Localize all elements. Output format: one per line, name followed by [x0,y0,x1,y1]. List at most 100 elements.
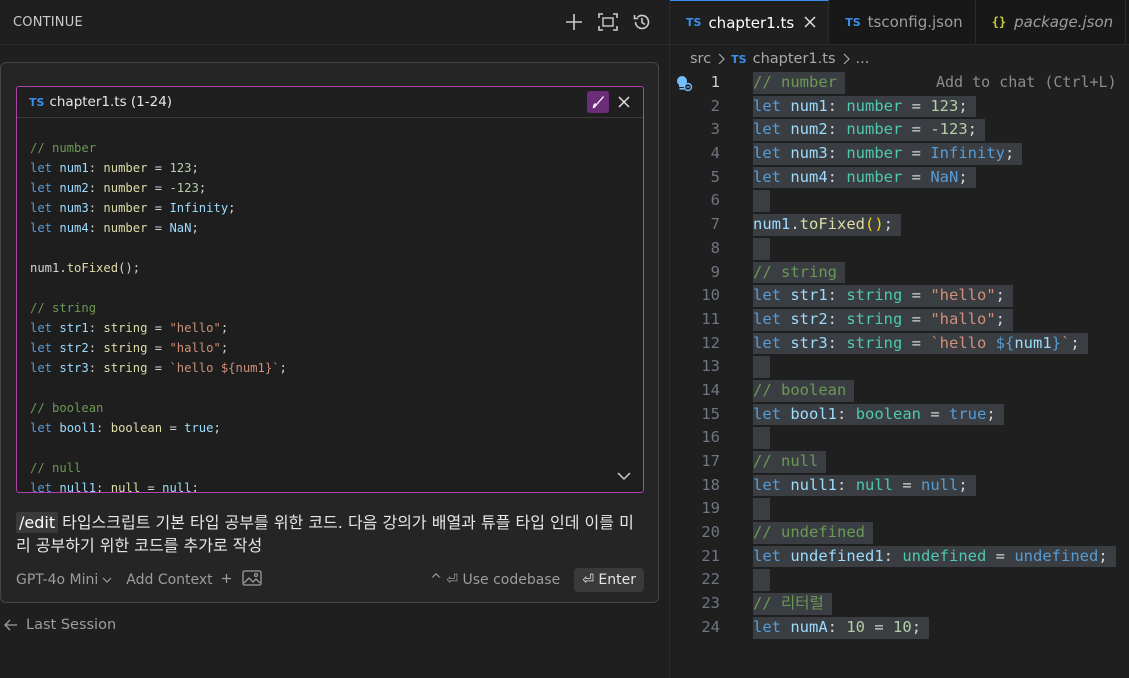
line-number: 7 [710,215,720,234]
code-line: 18 let null1: null = null; [670,474,1129,498]
typescript-file-icon: TS [731,52,747,66]
code-line: 7 num1.toFixed(); [670,213,1129,237]
code-line: 9 // string [670,261,1129,285]
editor-code-area[interactable]: 1 // number Add to chat (Ctrl+L) | 2 let … [670,71,1129,640]
tab-label: tsconfig.json [867,13,963,31]
code-line: 8 [670,237,1129,261]
code-text: let num3: number = Infinity; [753,143,1023,165]
code-text [753,498,771,521]
code-context-block[interactable]: TS chapter1.ts (1-24) // number let num1:… [16,86,644,493]
line-number: 16 [701,428,720,447]
edit-brush-icon[interactable] [587,91,609,113]
code-line: 12 let str3: string = `hello ${num1}`; [670,332,1129,356]
panel-header: CONTINUE [0,0,669,45]
typescript-config-icon: TS [845,15,861,29]
code-text: // undefined [753,522,873,544]
code-text: let undefined1: undefined = undefined; [753,545,1116,568]
line-number: 12 [701,333,720,352]
code-line: 15 let bool1: boolean = true; [670,403,1129,427]
chat-input-card: TS chapter1.ts (1-24) // number let num1:… [0,62,659,603]
new-session-plus-icon[interactable] [563,11,585,33]
chevron-down-icon [102,577,112,583]
code-line: 2 let num1: number = 123; [670,95,1129,119]
code-line: 17 // null [670,450,1129,474]
expand-chevron-down-icon[interactable] [616,470,632,482]
code-line: let str3: string = `hello ${num1}`; [30,361,287,375]
code-line: 14 // boolean [670,379,1129,403]
arrow-left-icon [4,619,17,631]
context-code: // number let num1: number = 123; let num2… [17,118,643,493]
line-number: 3 [710,120,720,139]
code-line: let str1: string = "hello"; [30,321,229,335]
tab-package-json[interactable]: {} package.json [976,0,1127,44]
tab-label: chapter1.ts [708,13,795,32]
code-line: let null1: null = null; [30,481,199,493]
code-line: num1.toFixed(); [30,261,141,275]
last-session-link[interactable]: Last Session [4,617,116,633]
enter-button[interactable]: ⏎ Enter [574,568,644,592]
breadcrumb-file[interactable]: chapter1.ts [753,51,836,67]
code-text [753,190,771,213]
close-context-icon[interactable] [615,93,633,111]
fullscreen-icon[interactable] [597,11,619,33]
code-text: let bool1: boolean = true; [753,403,1004,426]
line-number: 24 [701,617,720,636]
code-text [753,569,771,592]
code-line: let num1: number = 123; [30,161,199,175]
code-line: 19 [670,497,1129,521]
tab-tsconfig-json[interactable]: TS tsconfig.json [829,0,976,44]
line-number: 11 [701,309,720,328]
use-codebase-button[interactable]: ^ ⏎ Use codebase [430,572,560,588]
add-context-plus-icon[interactable] [221,572,232,588]
context-file-label: chapter1.ts (1-24) [49,94,173,110]
breadcrumb-more[interactable]: ... [856,51,870,67]
code-line: 23 // 리터럴 [670,592,1129,616]
code-line: // number [30,141,97,155]
code-text: let str1: string = "hello"; [753,285,1014,307]
line-number: 8 [710,238,720,257]
code-line: 10 let str1: string = "hello"; [670,284,1129,308]
history-icon[interactable] [631,11,653,33]
code-line: 21 let undefined1: undefined = undefined; [670,545,1129,569]
prompt-input[interactable]: /edit 타입스크립트 기본 타입 공부를 위한 코드. 다음 강의가 배열과 … [16,511,646,557]
image-attach-icon[interactable] [242,570,262,590]
continue-panel: CONTINUE TS chapter1.ts (1-24) // number… [0,0,669,678]
code-text: let null1: null = null; [753,474,976,497]
code-line: 1 // number Add to chat (Ctrl+L) | [670,71,1129,95]
code-line: let bool1: boolean = true; [30,421,221,435]
breadcrumb: src TS chapter1.ts ... [670,45,1129,73]
chevron-right-icon [843,53,850,65]
model-label: GPT-4o Mini [16,572,99,588]
code-line: 16 [670,426,1129,450]
line-number: 2 [710,96,720,115]
code-text [753,356,771,378]
line-number: 10 [701,286,720,305]
add-context-button[interactable]: Add Context [126,572,212,588]
code-line: 4 let num3: number = Infinity; [670,142,1129,166]
code-line: // null [30,461,82,475]
code-line: 13 [670,355,1129,379]
model-selector[interactable]: GPT-4o Mini [16,572,112,588]
code-text: let numA: 10 = 10; [753,616,930,639]
prompt-text: 타입스크립트 기본 타입 공부를 위한 코드. 다음 강의가 배열과 튜플 타입… [16,513,634,555]
code-line: let str2: string = "hallo"; [30,341,229,355]
close-tab-icon[interactable] [804,14,816,32]
line-number: 18 [701,475,720,494]
add-to-chat-hint: Add to chat (Ctrl+L) | [936,73,1129,91]
line-number: 9 [710,262,720,281]
line-number: 14 [701,380,720,399]
code-text: // string [753,261,845,284]
code-text: let str3: string = `hello ${num1}`; [753,332,1088,355]
tab-chapter1-ts[interactable]: TS chapter1.ts [670,0,830,44]
code-text: let str2: string = "hallo"; [753,308,1014,331]
input-footer: GPT-4o Mini Add Context ^ ⏎ Use codebase… [16,567,644,593]
code-line: 20 // undefined [670,521,1129,545]
code-text: // null [753,451,827,473]
breadcrumb-folder[interactable]: src [690,51,711,67]
footer-actions: ^ ⏎ Use codebase ⏎ Enter [430,568,644,592]
code-line: let num2: number = -123; [30,181,207,195]
panel-title: CONTINUE [13,14,83,30]
code-line: 5 let num4: number = NaN; [670,166,1129,190]
